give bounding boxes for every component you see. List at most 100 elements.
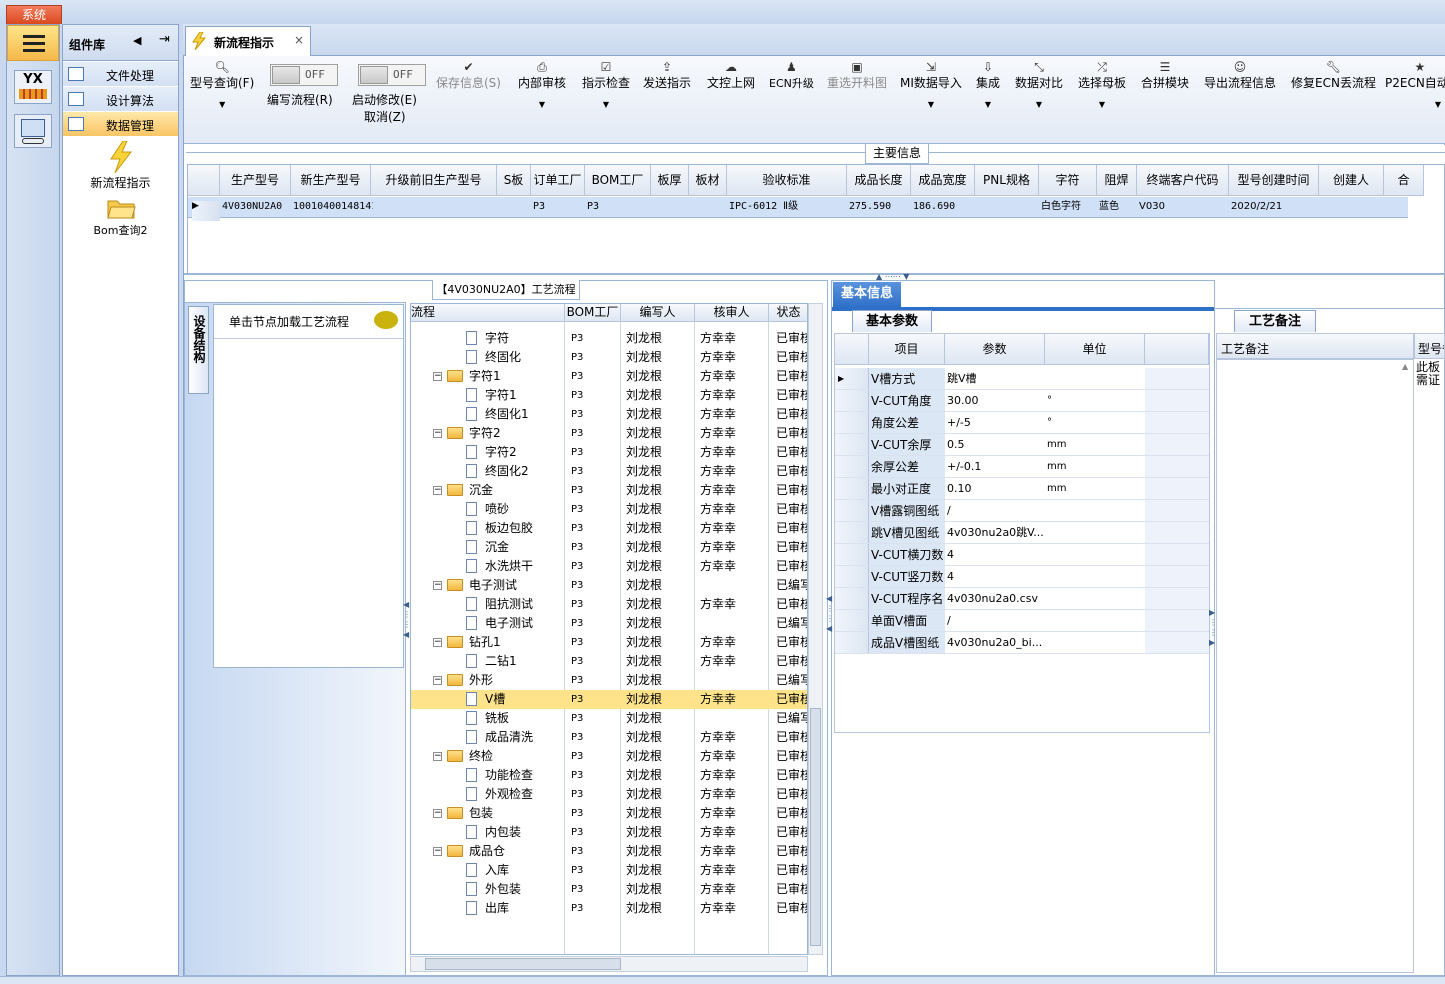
tree-row[interactable]: 字符 P3 刘龙根 方幸幸 已审核 [411,329,807,348]
table-cell[interactable]: 2020/2/21 [1231,197,1321,217]
expand-toggle-icon[interactable]: − [433,752,442,761]
mi-import-button[interactable]: ⇲ MI数据导入 ▼ [900,60,962,112]
param-value[interactable]: 4 [945,544,1045,566]
tool-bom-query[interactable]: Bom查询2 [63,193,178,243]
chevron-down-icon[interactable]: ▼ [190,97,254,112]
param-row[interactable]: 单面V槽面 / [835,610,1209,632]
chevron-down-icon[interactable]: ▼ [1015,97,1063,112]
tree-row[interactable]: 入库 P3 刘龙根 方幸幸 已审核 [411,861,807,880]
tree-row[interactable]: 板边包胶 P3 刘龙根 方幸幸 已审核 [411,519,807,538]
p2ecn-button[interactable]: ★ P2ECN自动_ ▼ [1385,60,1445,112]
expand-toggle-icon[interactable]: − [433,429,442,438]
menu-button[interactable] [7,25,59,61]
table-cell[interactable]: 4V030NU2A0 [222,197,293,217]
column-header[interactable]: 核审人 [695,304,769,322]
param-value[interactable]: / [945,500,1045,522]
doc-tab-new-flow[interactable]: 新流程指示 × [185,26,311,56]
chevron-down-icon[interactable]: ▼ [900,97,962,112]
param-value[interactable]: 0.10 [945,478,1045,500]
scroll-thumb[interactable] [425,958,621,970]
column-header[interactable]: 订单工厂 [531,165,585,196]
reselect-cutting-button[interactable]: ▣ 重选开料图 [827,60,887,91]
tree-row[interactable]: 外包装 P3 刘龙根 方幸幸 已审核 [411,880,807,899]
pin-icon[interactable]: ⇥ [159,32,170,47]
tree-row[interactable]: − 外形 P3 刘龙根 已编写 [411,671,807,690]
param-value[interactable]: +/-5 [945,412,1045,434]
table-cell[interactable]: 白色字符 [1041,197,1099,217]
tool-new-flow[interactable]: 新流程指示 [63,137,178,193]
send-instruction-button[interactable]: ⇪ 发送指示 [643,60,691,91]
expand-toggle-icon[interactable]: − [433,638,442,647]
tree-row[interactable]: − 成品仓 P3 刘龙根 方幸幸 已审核 [411,842,807,861]
column-header[interactable]: 板厚 [651,165,689,196]
tree-row[interactable]: 水洗烘干 P3 刘龙根 方幸幸 已审核 [411,557,807,576]
column-header[interactable]: 状态 [769,304,807,322]
expand-toggle-icon[interactable]: − [433,676,442,685]
param-value[interactable]: 跳V槽 [945,368,1045,390]
param-value[interactable]: 4 [945,566,1045,588]
param-row[interactable]: V-CUT竖刀数 4 [835,566,1209,588]
flow-horizontal-scrollbar[interactable] [410,956,808,972]
process-notes-textarea[interactable] [1216,359,1414,973]
column-header[interactable]: 单位 [1045,334,1145,365]
merge-module-button[interactable]: ☰ 合拼模块 [1141,60,1189,91]
internal-review-button[interactable]: ⎙ 内部审核 ▼ [518,60,566,112]
column-header[interactable]: 编写人 [621,304,695,322]
integrate-button[interactable]: ⇩ 集成 ▼ [976,60,1000,112]
param-row[interactable]: V-CUT余厚 0.5 mm [835,434,1209,456]
tree-row[interactable]: 沉金 P3 刘龙根 方幸幸 已审核 [411,538,807,557]
table-cell[interactable]: V030 [1139,197,1231,217]
repair-ecn-button[interactable]: 🔧︎ 修复ECN丢流程 [1291,60,1376,91]
expand-toggle-icon[interactable]: − [433,581,442,590]
yx-app-icon[interactable]: YX [14,70,52,104]
scroll-thumb[interactable] [810,708,821,946]
column-header[interactable]: 升级前旧生产型号 [371,165,497,196]
column-header[interactable]: 终端客户代码 [1137,165,1229,196]
calculator-icon[interactable] [14,114,52,148]
tree-row[interactable]: 终固化2 P3 刘龙根 方幸幸 已审核 [411,462,807,481]
param-value[interactable]: / [945,610,1045,632]
table-cell[interactable]: 186.690 [913,197,977,217]
collapse-left-icon[interactable]: ◀ [133,34,141,47]
table-cell[interactable] [691,197,729,217]
edit-flow-toggle[interactable]: OFF [270,64,338,86]
ecn-upgrade-button[interactable]: ♟ ECN升级 [769,60,814,91]
tree-row[interactable]: 终固化1 P3 刘龙根 方幸幸 已审核 [411,405,807,424]
tree-row[interactable]: − 字符2 P3 刘龙根 方幸幸 已审核 [411,424,807,443]
column-header[interactable]: 成品宽度 [911,165,975,196]
export-flow-button[interactable]: ☺ 导出流程信息 [1204,60,1276,91]
param-row[interactable]: 跳V槽见图纸 4v030nu2a0跳V... [835,522,1209,544]
param-row[interactable]: V-CUT角度 30.00 ° [835,390,1209,412]
chevron-down-icon[interactable]: ▼ [976,97,1000,112]
param-row[interactable]: V-CUT程序名 4v030nu2a0.csv [835,588,1209,610]
table-cell[interactable] [977,197,1041,217]
tab-process-notes[interactable]: 工艺备注 [1234,310,1316,332]
notes-scrollbar[interactable]: ▲ [1402,362,1412,970]
chevron-down-icon[interactable]: ▼ [1078,97,1126,112]
param-value[interactable]: 4v030nu2a0_bi... [945,632,1045,654]
table-cell[interactable]: 275.590 [849,197,913,217]
column-header[interactable]: 新生产型号 [291,165,371,196]
param-row[interactable]: V槽露铜图纸 / [835,500,1209,522]
param-row[interactable]: V-CUT横刀数 4 [835,544,1209,566]
tree-row[interactable]: 外观检查 P3 刘龙根 方幸幸 已审核 [411,785,807,804]
tree-row[interactable]: 内包装 P3 刘龙根 方幸幸 已审核 [411,823,807,842]
tree-row[interactable]: 功能检查 P3 刘龙根 方幸幸 已审核 [411,766,807,785]
param-value[interactable]: 30.00 [945,390,1045,412]
tree-row[interactable]: − 沉金 P3 刘龙根 方幸幸 已审核 [411,481,807,500]
tree-row[interactable]: 铣板 P3 刘龙根 已编写 [411,709,807,728]
save-info-button[interactable]: ✔ 保存信息(S) [436,60,501,91]
tree-row[interactable]: 字符1 P3 刘龙根 方幸幸 已审核 [411,386,807,405]
tree-row[interactable]: 成品清洗 P3 刘龙根 方幸幸 已审核 [411,728,807,747]
splitter-grip[interactable]: ◀ ⋮ ⋮ ◀ [403,600,411,670]
table-cell[interactable]: P3 [533,197,587,217]
nav-item-design-algorithm[interactable]: 设计算法 [63,87,178,112]
select-mother-board-button[interactable]: ⤮ 选择母板 ▼ [1078,60,1126,112]
column-header[interactable]: 验收标准 [727,165,847,196]
tree-row[interactable]: 电子测试 P3 刘龙根 已编写 [411,614,807,633]
start-modify-toggle[interactable]: OFF [358,64,426,86]
tree-row[interactable]: − 电子测试 P3 刘龙根 已编写 [411,576,807,595]
chevron-down-icon[interactable]: ▼ [518,97,566,112]
table-cell[interactable]: IPC-6012 Ⅱ级 [729,197,849,217]
doc-control-upload-button[interactable]: ☁ 文控上网 [707,60,755,91]
